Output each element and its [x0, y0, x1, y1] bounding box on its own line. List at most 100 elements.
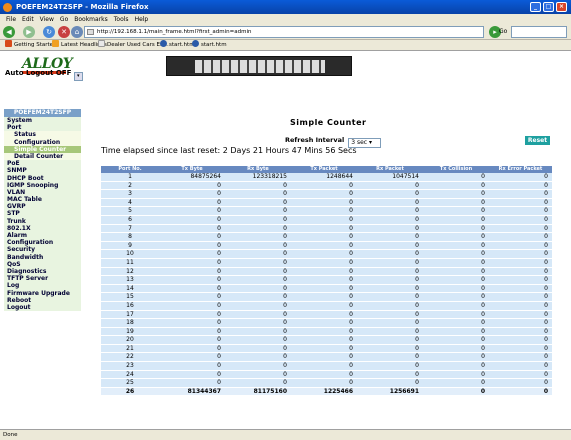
search-input[interactable] — [511, 26, 567, 38]
menu-help[interactable]: Help — [135, 16, 149, 23]
chevron-down-icon: ▾ — [369, 139, 373, 146]
sidebar-title: POEFEM24T2SFP — [4, 109, 81, 117]
sidebar-item[interactable]: SNMP — [4, 167, 81, 175]
auto-logout-control[interactable]: Auto Logout OFF ▾ — [5, 68, 83, 81]
table-cell: 0 — [489, 361, 552, 371]
table-cell: 0 — [159, 335, 225, 345]
table-cell: 5 — [101, 206, 159, 216]
table-row: 12 0 0 0 0 0 0 — [101, 267, 552, 277]
table-cell: 0 — [291, 258, 357, 268]
sidebar-item[interactable]: Log — [4, 282, 81, 290]
table-cell: 0 — [489, 318, 552, 328]
column-header: Rx Packet — [357, 166, 423, 173]
switch-ports — [195, 60, 325, 73]
table-cell: 21 — [101, 344, 159, 354]
table-row: 19 0 0 0 0 0 0 — [101, 327, 552, 337]
sidebar-item[interactable]: PoE — [4, 160, 81, 168]
address-bar[interactable]: http://192.168.1.1/main_frame.html?first… — [84, 26, 484, 38]
table-cell: 0 — [225, 215, 291, 225]
maximize-button[interactable]: □ — [543, 2, 554, 12]
close-button[interactable]: × — [556, 2, 567, 12]
table-cell: 0 — [159, 232, 225, 242]
sidebar-item[interactable]: Alarm — [4, 232, 81, 240]
sidebar-item[interactable]: 802.1X — [4, 224, 81, 232]
table-cell: 0 — [489, 310, 552, 320]
reload-icon[interactable]: ↻ — [43, 26, 55, 38]
back-icon[interactable]: ◀ — [3, 26, 15, 38]
menu-file[interactable]: File — [6, 16, 16, 23]
table-cell: 25 — [101, 378, 159, 388]
bookmark-dealer-used-cars[interactable]: Dealer Used Cars En... — [98, 40, 169, 51]
table-cell: 1248644 — [291, 173, 357, 182]
table-cell: 0 — [489, 198, 552, 208]
bookmark-start-1[interactable]: start.htm — [160, 40, 195, 51]
menu-view[interactable]: View — [40, 16, 54, 23]
sidebar-item[interactable]: System — [4, 117, 81, 125]
go-label[interactable]: Go — [499, 28, 507, 35]
table-cell: 0 — [225, 378, 291, 388]
sidebar-item[interactable]: Status — [4, 131, 81, 139]
table-cell: 0 — [291, 310, 357, 320]
sidebar-item[interactable]: Logout — [4, 303, 81, 312]
menu-edit[interactable]: Edit — [22, 16, 34, 23]
sidebar-item[interactable]: Simple Counter — [4, 145, 81, 153]
table-cell: 0 — [159, 352, 225, 363]
table-cell: 0 — [357, 292, 423, 302]
table-cell: 0 — [159, 275, 225, 285]
home-icon[interactable]: ⌂ — [71, 26, 83, 38]
menu-tools[interactable]: Tools — [114, 16, 129, 23]
table-cell: 0 — [291, 361, 357, 371]
sidebar-item[interactable]: Detail Counter — [4, 152, 81, 161]
sidebar-item[interactable]: Port — [4, 124, 81, 132]
sidebar-item[interactable]: TFTP Server — [4, 275, 81, 283]
table-cell: 0 — [225, 344, 291, 354]
forward-icon[interactable]: ▶ — [23, 26, 35, 38]
table-cell: 0 — [423, 352, 489, 363]
table-cell: 0 — [489, 301, 552, 311]
table-cell: 0 — [357, 370, 423, 380]
table-row: 21 0 0 0 0 0 0 — [101, 344, 552, 354]
table-cell: 0 — [159, 301, 225, 311]
table-cell: 0 — [225, 327, 291, 337]
sidebar-item[interactable]: VLAN — [4, 188, 81, 197]
sidebar-item[interactable]: QoS — [4, 260, 81, 268]
stop-icon[interactable]: ✕ — [58, 26, 70, 38]
sidebar-item[interactable]: Diagnostics — [4, 267, 81, 276]
table-cell: 0 — [489, 206, 552, 216]
table-cell: 19 — [101, 327, 159, 337]
sidebar-item[interactable]: GVRP — [4, 203, 81, 211]
sidebar-item[interactable]: Configuration — [4, 239, 81, 247]
sidebar-item[interactable]: STP — [4, 210, 81, 218]
chevron-down-icon[interactable]: ▾ — [73, 72, 83, 81]
table-cell: 0 — [291, 232, 357, 242]
sidebar-item[interactable]: Reboot — [4, 296, 81, 304]
bookmark-getting-started[interactable]: Getting Started — [5, 40, 57, 51]
sidebar-item[interactable]: Trunk — [4, 217, 81, 225]
sidebar-item[interactable]: MAC Table — [4, 196, 81, 204]
minimize-button[interactable]: _ — [530, 2, 541, 12]
menu-go[interactable]: Go — [60, 16, 68, 23]
sidebar-item[interactable]: Security — [4, 246, 81, 254]
sidebar-item[interactable]: IGMP Snooping — [4, 181, 81, 189]
table-cell: 0 — [159, 181, 225, 191]
sidebar-item[interactable]: Firmware Upgrade — [4, 289, 81, 297]
menu-bookmarks[interactable]: Bookmarks — [74, 16, 108, 23]
table-cell: 0 — [489, 352, 552, 363]
table-cell: 0 — [291, 189, 357, 199]
table-cell: 0 — [225, 267, 291, 277]
sidebar-item[interactable]: Configuration — [4, 138, 81, 146]
table-row: 9000000 — [101, 241, 552, 251]
table-cell: 0 — [357, 206, 423, 216]
bookmark-label: Getting Started — [14, 42, 57, 48]
table-cell: 8 — [101, 232, 159, 242]
refresh-interval-label: Refresh Interval — [285, 136, 345, 144]
table-cell: 0 — [159, 310, 225, 320]
sidebar-item[interactable]: Bandwidth — [4, 253, 81, 261]
table-cell: 0 — [489, 173, 552, 182]
sidebar-item[interactable]: DHCP Boot — [4, 174, 81, 182]
reset-button[interactable]: Reset — [525, 136, 550, 145]
table-cell: 0 — [357, 181, 423, 191]
table-cell: 0 — [489, 232, 552, 242]
bookmark-start-2[interactable]: start.htm — [192, 40, 227, 51]
table-cell: 0 — [357, 310, 423, 320]
